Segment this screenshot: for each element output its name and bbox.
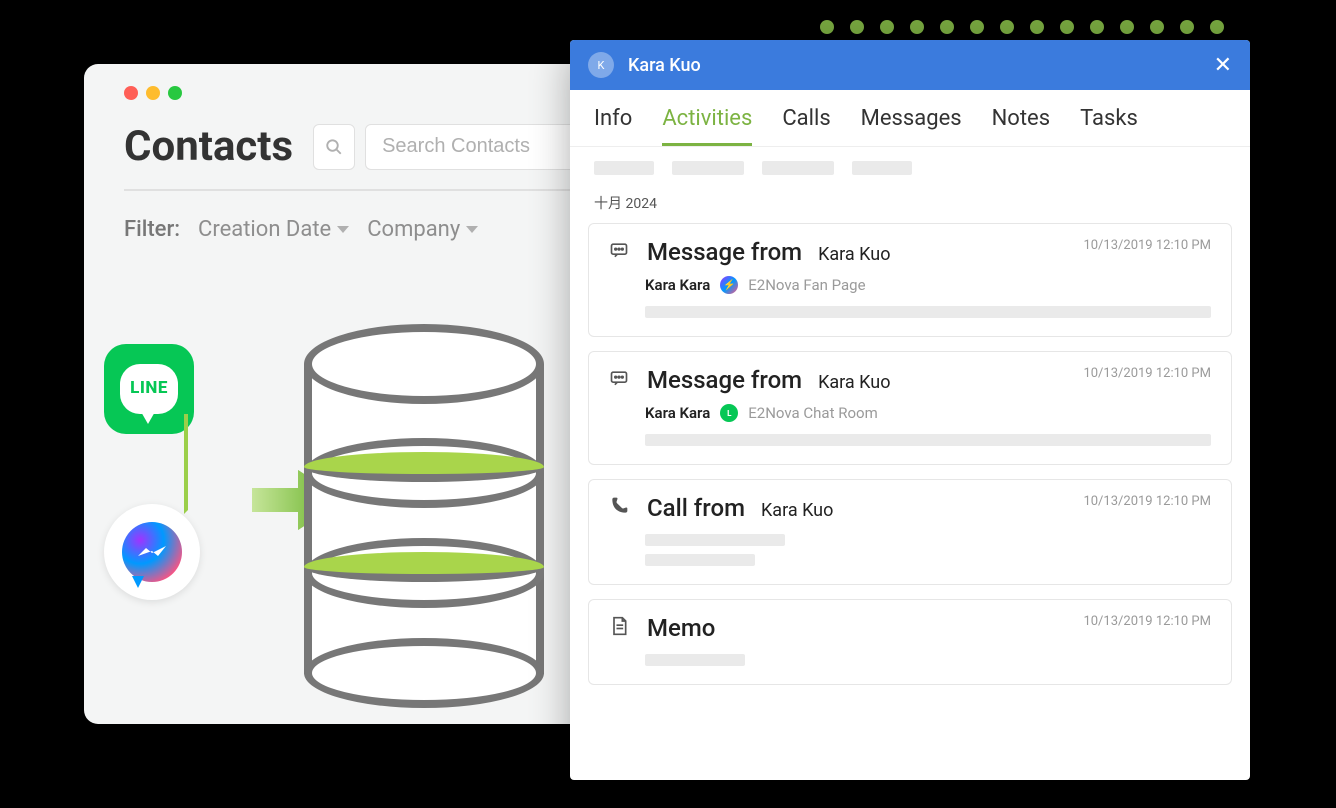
messenger-icon: ⚡ (720, 276, 738, 294)
month-label: 十月 2024 (570, 189, 1250, 223)
connector-line (184, 414, 234, 514)
activity-channel-label: E2Nova Chat Room (748, 404, 877, 422)
placeholder-block (762, 161, 834, 175)
placeholder-block (672, 161, 744, 175)
placeholder-block (645, 434, 1211, 446)
activity-card-call[interactable]: Call from Kara Kuo 10/13/2019 12:10 PM (588, 479, 1232, 585)
integration-illustration: LINE (104, 344, 574, 674)
minimize-window-dot[interactable] (146, 86, 160, 100)
placeholder-block (645, 534, 785, 546)
contact-detail-modal: K Kara Kuo ✕ Info Activities Calls Messa… (570, 40, 1250, 780)
chevron-down-icon (337, 226, 349, 233)
activity-title: Memo (647, 614, 715, 642)
activity-person: Kara Kuo (761, 500, 833, 521)
activity-timestamp: 10/13/2019 12:10 PM (1083, 614, 1211, 629)
database-icon (304, 324, 544, 644)
placeholder-block (594, 161, 654, 175)
tab-messages[interactable]: Messages (861, 106, 962, 146)
activity-sender: Kara Kara (645, 404, 710, 422)
placeholder-block (645, 654, 745, 666)
activity-list: Message from Kara Kuo 10/13/2019 12:10 P… (570, 223, 1250, 705)
page-title: Contacts (124, 122, 293, 171)
activity-timestamp: 10/13/2019 12:10 PM (1083, 238, 1211, 253)
filter-creation-date[interactable]: Creation Date (198, 217, 349, 242)
activity-title: Message from (647, 238, 802, 266)
tab-activities[interactable]: Activities (662, 106, 752, 146)
line-icon: L (720, 404, 738, 422)
messenger-app-icon (104, 504, 200, 600)
tab-info[interactable]: Info (594, 106, 632, 146)
phone-icon (609, 496, 631, 520)
activity-title: Call from (647, 494, 745, 522)
close-window-dot[interactable] (124, 86, 138, 100)
placeholder-block (645, 306, 1211, 318)
filter-chip-label: Company (367, 217, 460, 242)
modal-title: Kara Kuo (628, 55, 1200, 76)
activity-person: Kara Kuo (818, 372, 890, 393)
memo-icon (609, 616, 631, 640)
filter-company[interactable]: Company (367, 217, 478, 242)
placeholder-block (852, 161, 912, 175)
placeholder-block (645, 554, 755, 566)
message-icon (609, 240, 631, 264)
activity-timestamp: 10/13/2019 12:10 PM (1083, 494, 1211, 509)
activity-title: Message from (647, 366, 802, 394)
tab-tasks[interactable]: Tasks (1080, 106, 1138, 146)
avatar: K (588, 52, 614, 78)
line-label: LINE (120, 378, 178, 398)
chevron-down-icon (466, 226, 478, 233)
decorative-dots (820, 20, 1224, 34)
activity-channel-label: E2Nova Fan Page (748, 276, 865, 294)
close-icon[interactable]: ✕ (1214, 53, 1232, 78)
message-icon (609, 368, 631, 392)
activity-timestamp: 10/13/2019 12:10 PM (1083, 366, 1211, 381)
maximize-window-dot[interactable] (168, 86, 182, 100)
activity-sender: Kara Kara (645, 276, 710, 294)
modal-header: K Kara Kuo ✕ (570, 40, 1250, 90)
activity-card-memo[interactable]: Memo 10/13/2019 12:10 PM (588, 599, 1232, 685)
tab-calls[interactable]: Calls (782, 106, 830, 146)
filter-chip-label: Creation Date (198, 217, 331, 242)
activity-card-message[interactable]: Message from Kara Kuo 10/13/2019 12:10 P… (588, 351, 1232, 465)
activity-card-message[interactable]: Message from Kara Kuo 10/13/2019 12:10 P… (588, 223, 1232, 337)
activity-person: Kara Kuo (818, 244, 890, 265)
modal-tabs: Info Activities Calls Messages Notes Tas… (570, 90, 1250, 147)
activity-subfilters (570, 147, 1250, 189)
tab-notes[interactable]: Notes (992, 106, 1050, 146)
filter-label: Filter: (124, 217, 180, 242)
line-app-icon: LINE (104, 344, 194, 434)
search-icon[interactable] (313, 124, 355, 170)
